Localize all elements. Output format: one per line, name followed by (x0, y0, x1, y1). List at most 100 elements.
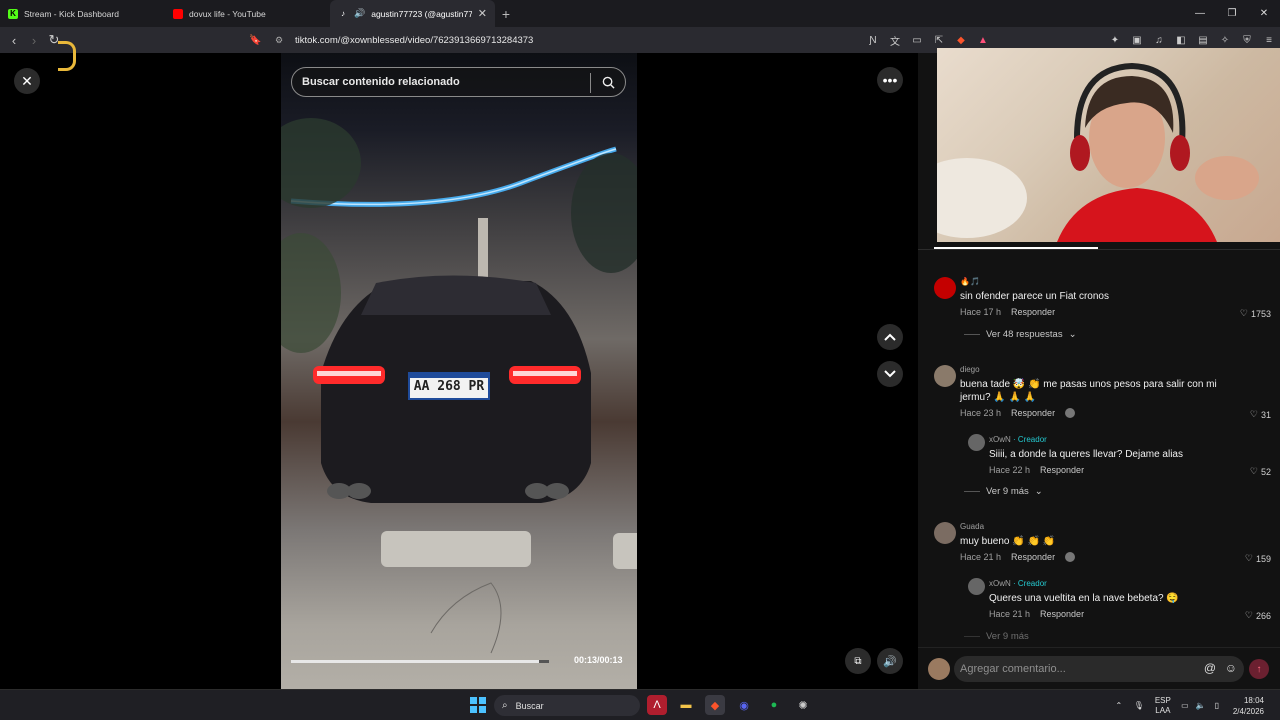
reply-button[interactable]: Responder (1011, 552, 1055, 562)
new-tab-button[interactable]: + (495, 0, 517, 27)
reader-icon[interactable]: ▭ (906, 35, 928, 46)
view-replies-button[interactable]: Ver 48 respuestas ⌄ (964, 329, 1077, 340)
spotify-icon[interactable]: ● (764, 695, 784, 715)
tray-chevron-icon[interactable]: ⌃ (1109, 701, 1129, 710)
brave-rewards-icon[interactable]: ▲ (972, 35, 994, 46)
lang-region: LAA (1155, 705, 1171, 715)
bookmark-icon[interactable]: 🔖 (249, 35, 261, 46)
menu-icon[interactable]: ≡ (1258, 35, 1280, 46)
brave-icon[interactable]: ◆ (705, 695, 725, 715)
site-settings-icon[interactable]: ⚙ (275, 35, 283, 46)
wallet-icon[interactable]: ▣ (1126, 35, 1148, 46)
mention-icon[interactable]: @ (1204, 661, 1216, 675)
add-comment-bar: Agregar comentario... @ ☺ ↑ (918, 647, 1280, 689)
close-video-button[interactable]: ✕ (14, 68, 40, 94)
file-explorer-icon[interactable]: ▬ (676, 695, 696, 715)
share-icon[interactable]: ⇱ (928, 35, 950, 46)
leo-icon[interactable]: ✧ (1214, 35, 1236, 46)
comment-username[interactable]: Guada (960, 522, 984, 531)
video-frame (281, 118, 637, 654)
app-icon[interactable]: Λ (647, 695, 667, 715)
pip-button[interactable]: ⧉ (845, 648, 871, 674)
url-text: tiktok.com/@xownblessed/video/7623913669… (295, 34, 534, 46)
media-icon[interactable]: ♫ (1148, 35, 1170, 46)
like-count: 159 (1255, 553, 1271, 564)
volume-button[interactable]: 🔊 (877, 648, 903, 674)
network-icon[interactable]: ▭ (1177, 701, 1193, 710)
webcam-frame (937, 62, 1259, 242)
heart-icon: ♡ (1239, 308, 1248, 318)
tab-tiktok[interactable]: ♪ 🔊 agustin77723 (@agustin7772 ✕ (330, 0, 495, 27)
brave-shield-icon[interactable]: ◆ (950, 35, 972, 46)
sidebar-icon[interactable]: ◧ (1170, 35, 1192, 46)
webcam-overlay (937, 48, 1280, 242)
no-translate-icon[interactable]: Ɲ (862, 35, 884, 46)
comment-username[interactable]: diego (960, 365, 980, 374)
language-indicator[interactable]: ESP LAA (1149, 696, 1177, 716)
tab-title: Stream - Kick Dashboard (24, 8, 119, 19)
comment-username[interactable]: xOwN · Creador (989, 579, 1047, 588)
view-more-button[interactable]: Ver 9 más (964, 631, 1029, 642)
previous-video-button[interactable] (877, 324, 903, 350)
wallet2-icon[interactable]: ▤ (1192, 35, 1214, 46)
extensions-icon[interactable]: ✦ (1104, 35, 1126, 46)
restore-icon[interactable]: ❐ (1216, 0, 1248, 27)
vpn-icon[interactable]: ⛨ (1236, 35, 1258, 46)
reply-button[interactable]: Responder (1040, 609, 1084, 619)
heart-icon: ♡ (1249, 409, 1258, 419)
avatar[interactable] (934, 522, 956, 544)
app-icon-2[interactable]: ✺ (793, 695, 813, 715)
comment-username[interactable]: 🔥🎵 (960, 277, 980, 286)
tab-youtube[interactable]: dovux life - YouTube (165, 0, 330, 27)
video-progress-bar[interactable] (291, 660, 549, 663)
start-icon[interactable] (468, 695, 488, 715)
send-button[interactable]: ↑ (1249, 659, 1269, 679)
creator-liked-avatar (1065, 552, 1076, 562)
reply-button[interactable]: Responder (1011, 408, 1055, 418)
forward-icon[interactable]: › (24, 27, 44, 53)
related-search-input[interactable]: Buscar contenido relacionado (291, 67, 626, 97)
comment-meta: Hace 17 h Responder (960, 307, 1055, 317)
avatar[interactable] (968, 434, 985, 451)
mic-icon[interactable]: 🎙 (1129, 701, 1149, 710)
battery-icon[interactable]: ▯ (1209, 701, 1225, 710)
avatar[interactable] (934, 365, 956, 387)
clock[interactable]: 18:04 2/4/2026 (1225, 695, 1280, 717)
reply-button[interactable]: Responder (1011, 307, 1055, 317)
lang-code: ESP (1154, 695, 1171, 705)
search-icon[interactable] (602, 76, 615, 89)
like-button[interactable]: ♡ 1753 (1240, 308, 1271, 319)
view-replies-label: Ver 48 respuestas (986, 329, 1063, 340)
minimize-icon[interactable]: — (1184, 0, 1216, 27)
comment-time: Hace 21 h (989, 609, 1031, 619)
comment-meta: Hace 23 h Responder (960, 408, 1076, 418)
view-more-button[interactable]: Ver 9 más ⌄ (964, 486, 1043, 497)
view-more-label: Ver 9 más (986, 631, 1029, 642)
back-icon[interactable]: ‹ (4, 27, 24, 53)
avatar[interactable] (968, 578, 985, 595)
video-player[interactable]: AA 268 PR Buscar contenido relacionado 0… (281, 53, 637, 689)
more-options-button[interactable]: ••• (877, 67, 903, 93)
close-window-icon[interactable]: ✕ (1248, 0, 1280, 27)
taskbar-search[interactable]: ⌕ Buscar (494, 695, 640, 716)
discord-icon[interactable]: ◉ (734, 695, 754, 715)
like-button[interactable]: ♡ 159 (1245, 553, 1271, 564)
progress-fill (291, 660, 539, 663)
comment-username[interactable]: xOwN · Creador (989, 435, 1047, 444)
close-tab-icon[interactable]: ✕ (478, 7, 487, 20)
comment-placeholder: Agregar comentario... (960, 663, 1066, 675)
next-video-button[interactable] (877, 361, 903, 387)
emoji-icon[interactable]: ☺ (1225, 661, 1237, 675)
comment-time: Hace 21 h (960, 552, 1002, 562)
volume-icon[interactable]: 🔈 (1193, 701, 1209, 710)
like-button[interactable]: ♡ 52 (1250, 466, 1271, 477)
video-timecode: 00:13/00:13 (574, 655, 623, 665)
avatar[interactable] (934, 277, 956, 299)
search-divider (590, 73, 591, 93)
tab-kick[interactable]: K Stream - Kick Dashboard (0, 0, 165, 27)
like-button[interactable]: ♡ 266 (1245, 610, 1271, 621)
reply-button[interactable]: Responder (1040, 465, 1084, 475)
comment-input[interactable]: Agregar comentario... @ ☺ (954, 656, 1244, 682)
like-button[interactable]: ♡ 31 (1250, 409, 1271, 420)
translate-icon[interactable]: 文 (884, 33, 906, 48)
